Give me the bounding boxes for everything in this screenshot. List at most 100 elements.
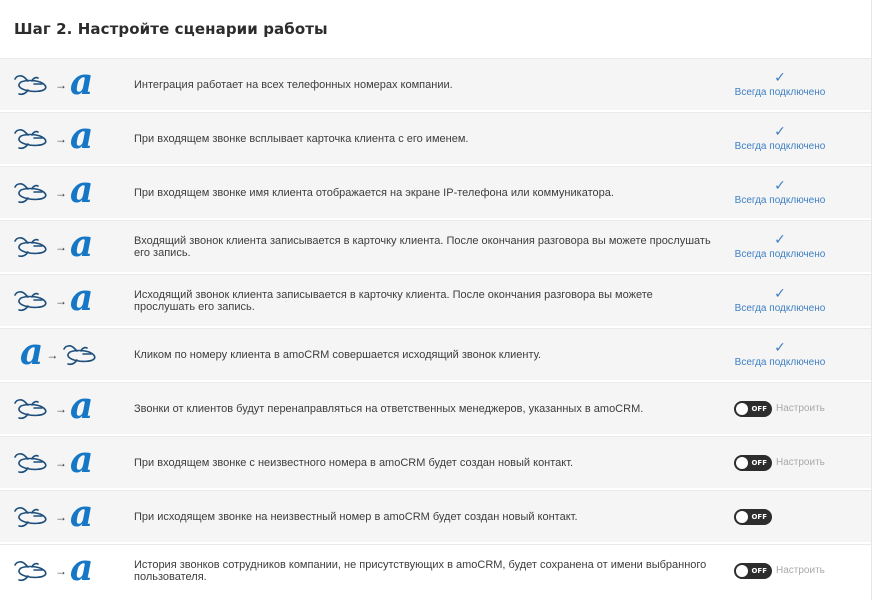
integration-direction: → a: [0, 545, 122, 596]
checkmark-icon: ✓: [774, 122, 786, 139]
integration-direction: → a: [0, 113, 122, 164]
toggle-state-label: OFF: [751, 512, 767, 521]
arrow-right-icon: →: [55, 293, 67, 308]
toggle-state-label: OFF: [751, 566, 767, 575]
always-connected-label: Всегда подключено: [734, 140, 826, 152]
configure-link[interactable]: Настроить: [776, 565, 825, 576]
always-connected-label: Всегда подключено: [734, 356, 826, 368]
scenario-toggle[interactable]: OFF: [734, 454, 772, 471]
scenario-description: При исходящем звонке на неизвестный номе…: [134, 510, 578, 523]
toggle-group: OFF Настроить: [734, 454, 825, 471]
scenario-toggle[interactable]: OFF: [734, 562, 772, 579]
scenario-toggle[interactable]: OFF: [734, 400, 772, 417]
scenario-description: При входящем звонке с неизвестного номер…: [134, 456, 574, 469]
amocrm-logo-icon: a: [70, 222, 94, 265]
always-on-status: ✓ Всегда подключено: [726, 178, 834, 208]
amocrm-logo-icon: a: [70, 384, 94, 427]
scenario-row: → a При исходящем звонке на неизвестный но…: [0, 490, 871, 542]
phone-plane-icon: [14, 398, 47, 419]
phone-plane-icon: [14, 560, 47, 581]
integration-direction: → a: [0, 275, 122, 326]
header: Шаг 2. Настройте сценарии работы: [0, 0, 871, 58]
toggle-state-label: OFF: [751, 404, 767, 413]
always-on-status: ✓ Всегда подключено: [726, 286, 834, 316]
arrow-right-icon: →: [55, 401, 67, 416]
toggle-group: OFF Настроить: [734, 562, 825, 579]
integration-direction: → a: [0, 437, 122, 488]
always-connected-label: Всегда подключено: [734, 302, 826, 314]
phone-plane-icon: [14, 236, 47, 257]
checkmark-icon: ✓: [774, 284, 786, 301]
configure-link[interactable]: Настроить: [776, 457, 825, 468]
amocrm-logo-icon: a: [70, 546, 94, 589]
scenario-row: → a Входящий звонок клиента записывается в…: [0, 220, 871, 272]
integration-direction: → a: [0, 167, 122, 218]
scenario-list: → a Интеграция работает на всех телефонных…: [0, 58, 871, 598]
always-connected-label: Всегда подключено: [734, 248, 826, 260]
checkmark-icon: ✓: [774, 338, 786, 355]
phone-plane-icon: [14, 74, 47, 95]
arrow-right-icon: →: [55, 239, 67, 254]
integration-direction: a →: [0, 329, 122, 380]
integration-direction: → a: [0, 221, 122, 272]
scenario-description: Исходящий звонок клиента записывается в …: [134, 288, 653, 313]
amocrm-logo-icon: a: [70, 60, 94, 103]
phone-plane-icon: [14, 128, 47, 149]
amocrm-logo-icon: a: [70, 438, 94, 481]
phone-plane-icon: [14, 290, 47, 311]
toggle-knob: [736, 510, 748, 523]
toggle-knob: [736, 564, 748, 577]
always-on-status: ✓ Всегда подключено: [726, 70, 834, 100]
integration-direction: → a: [0, 491, 122, 542]
arrow-right-icon: →: [55, 77, 67, 92]
scenario-description: Звонки от клиентов будут перенаправлятьс…: [134, 402, 644, 415]
scenario-row: → a Исходящий звонок клиента записывается …: [0, 274, 871, 326]
scenario-description: Входящий звонок клиента записывается в к…: [134, 234, 711, 259]
phone-plane-icon: [14, 182, 47, 203]
amocrm-logo-icon: a: [70, 276, 94, 319]
arrow-right-icon: →: [55, 563, 67, 578]
scenarios-panel: Шаг 2. Настройте сценарии работы → a Интег…: [0, 0, 872, 600]
arrow-right-icon: →: [55, 131, 67, 146]
checkmark-icon: ✓: [774, 68, 786, 85]
integration-direction: → a: [0, 383, 122, 434]
scenario-row: → a При входящем звонке с неизвестного ном…: [0, 436, 871, 488]
scenario-row: → a История звонков сотрудников компании, …: [0, 544, 871, 596]
always-connected-label: Всегда подключено: [734, 86, 826, 98]
scenario-row: → a При входящем звонке всплывает карточка…: [0, 112, 871, 164]
arrow-right-icon: →: [55, 509, 67, 524]
phone-plane-icon: [14, 506, 47, 527]
amocrm-logo-icon: a: [70, 492, 94, 535]
phone-plane-icon: [14, 452, 47, 473]
scenario-description: При входящем звонке имя клиента отобража…: [134, 186, 614, 199]
scenario-row: → a Звонки от клиентов будут перенаправлят…: [0, 382, 871, 434]
always-on-status: ✓ Всегда подключено: [726, 232, 834, 262]
scenario-description: История звонков сотрудников компании, не…: [134, 558, 707, 583]
arrow-right-icon: →: [46, 347, 59, 362]
toggle-knob: [736, 402, 748, 415]
toggle-state-label: OFF: [751, 458, 767, 467]
scenario-description: Интеграция работает на всех телефонных н…: [134, 78, 453, 91]
toggle-knob: [736, 456, 748, 469]
scenario-toggle[interactable]: OFF: [734, 508, 772, 525]
phone-plane-icon: [63, 344, 96, 365]
arrow-right-icon: →: [55, 185, 67, 200]
scenario-description: При входящем звонке всплывает карточка к…: [134, 132, 469, 145]
always-on-status: ✓ Всегда подключено: [726, 124, 834, 154]
checkmark-icon: ✓: [774, 230, 786, 247]
checkmark-icon: ✓: [774, 176, 786, 193]
amocrm-logo-icon: a: [20, 330, 44, 373]
toggle-group: OFF: [734, 508, 772, 525]
configure-link[interactable]: Настроить: [776, 403, 825, 414]
always-connected-label: Всегда подключено: [734, 194, 826, 206]
arrow-right-icon: →: [55, 455, 67, 470]
scenario-description: Кликом по номеру клиента в amoCRM соверш…: [134, 348, 542, 361]
always-on-status: ✓ Всегда подключено: [726, 340, 834, 370]
page-title: Шаг 2. Настройте сценарии работы: [14, 20, 328, 38]
amocrm-logo-icon: a: [70, 114, 94, 157]
toggle-group: OFF Настроить: [734, 400, 825, 417]
scenario-row: → a Интеграция работает на всех телефонных…: [0, 58, 871, 110]
integration-direction: → a: [0, 59, 122, 110]
scenario-row: a → Кликом по номеру клиента в amoCRM сове…: [0, 328, 871, 380]
amocrm-logo-icon: a: [70, 168, 94, 211]
